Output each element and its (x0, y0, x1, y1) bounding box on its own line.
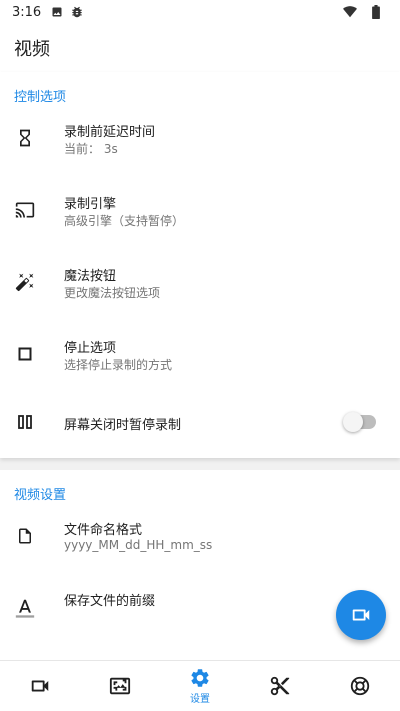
section-header-control: 控制选项 (14, 90, 67, 105)
battery-icon (368, 4, 384, 20)
image-icon (49, 4, 65, 20)
bug-icon (69, 4, 85, 20)
nav-item-settings[interactable]: 设置 (160, 661, 240, 711)
setting-subtitle: 选择停止录制的方式 (64, 358, 173, 372)
status-time: 3:16 (12, 4, 42, 20)
setting-title: 保存文件的前缀 (64, 594, 156, 609)
scissors-icon (269, 675, 291, 697)
setting-title: 停止选项 (64, 341, 117, 356)
nav-label-settings: 设置 (190, 694, 210, 705)
stop-icon (14, 343, 36, 365)
setting-row-pause-on-screen-off[interactable]: 屏幕关闭时暂停录制 (0, 392, 400, 452)
setting-row-file-naming[interactable]: 文件命名格式 yyyy_MM_dd_HH_mm_ss (0, 506, 400, 566)
setting-row-start-delay[interactable]: 录制前延迟时间 当前： 3s (0, 108, 400, 168)
section-header-video: 视频设置 (14, 488, 67, 503)
file-icon (14, 525, 36, 547)
pause-on-screen-off-toggle[interactable] (343, 412, 376, 432)
pause-icon (14, 411, 36, 433)
setting-title: 文件命名格式 (64, 523, 143, 538)
toggle-knob (343, 412, 363, 432)
videocam-icon (29, 675, 51, 697)
wifi-icon (342, 4, 358, 20)
setting-row-stop-options[interactable]: 停止选项 选择停止录制的方式 (0, 324, 400, 384)
setting-row-recording-engine[interactable]: 录制引擎 高级引擎（支持暂停） (0, 180, 400, 240)
text-format-icon (14, 597, 36, 619)
setting-subtitle: 高级引擎（支持暂停） (64, 214, 185, 228)
help-lifebuoy-icon (349, 675, 371, 697)
nav-item-help[interactable] (320, 661, 400, 711)
screenshot-icon (109, 675, 131, 697)
page-title: 视频 (14, 39, 50, 60)
magic-wand-icon (14, 271, 36, 293)
nav-item-video[interactable] (0, 661, 80, 711)
video-settings-card: 视频设置 文件命名格式 yyyy_MM_dd_HH_mm_ss 保存文件的前缀 (0, 470, 400, 660)
setting-subtitle: 更改魔法按钮选项 (64, 286, 161, 300)
settings-icon (189, 667, 211, 689)
setting-subtitle: 当前： 3s (64, 142, 118, 156)
videocam-icon (350, 604, 372, 626)
setting-title: 屏幕关闭时暂停录制 (64, 418, 182, 433)
bottom-navigation: 设置 (0, 660, 400, 711)
cast-icon (14, 199, 36, 221)
setting-row-magic-button[interactable]: 魔法按钮 更改魔法按钮选项 (0, 252, 400, 312)
nav-item-screenshot[interactable] (80, 661, 160, 711)
record-fab[interactable] (336, 590, 386, 640)
setting-title: 录制引擎 (64, 197, 117, 212)
status-bar: 3:16 (0, 0, 400, 24)
nav-item-edit[interactable] (240, 661, 320, 711)
hourglass-icon (14, 127, 36, 149)
app-bar: 视频 (0, 24, 400, 72)
setting-subtitle: yyyy_MM_dd_HH_mm_ss (64, 538, 213, 552)
setting-title: 魔法按钮 (64, 269, 117, 284)
setting-title: 录制前延迟时间 (64, 125, 156, 140)
control-options-card: 控制选项 录制前延迟时间 当前： 3s 录制引擎 高级引擎（支持暂停） 魔法按钮… (0, 72, 400, 458)
